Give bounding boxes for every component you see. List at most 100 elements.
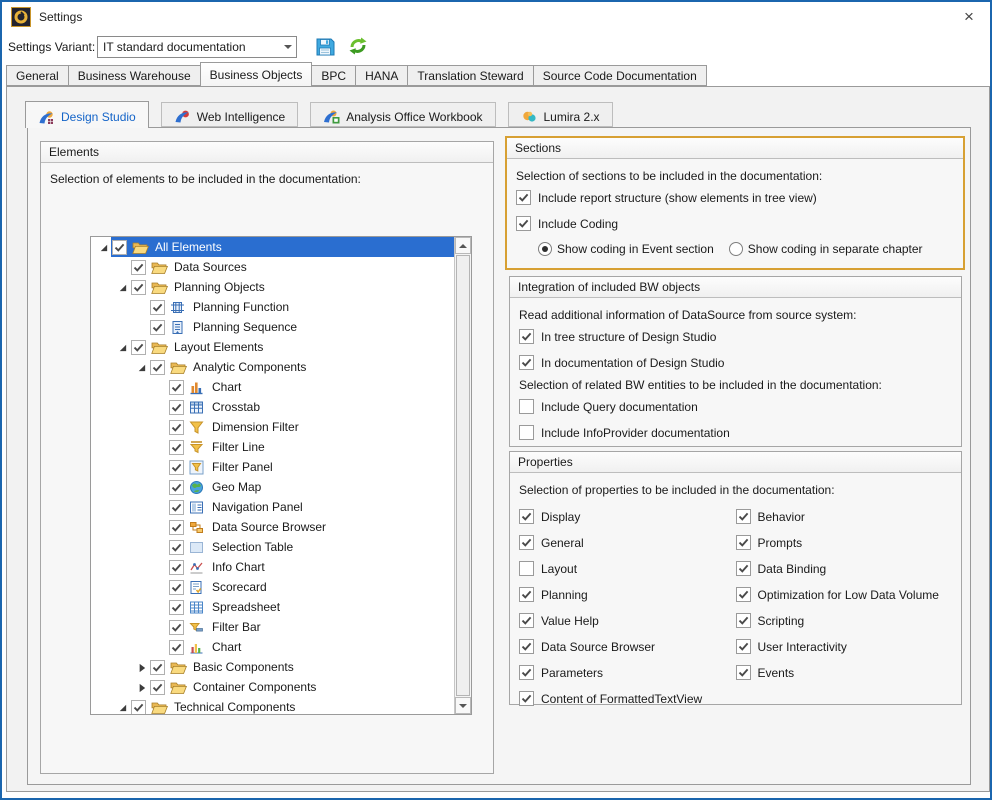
- tree-checkbox[interactable]: [169, 420, 184, 435]
- expand-expanded-icon[interactable]: [114, 699, 130, 715]
- tree-row-chart[interactable]: Chart: [91, 377, 454, 397]
- tree-row-scorecard[interactable]: Scorecard: [91, 577, 454, 597]
- tree-row-planning-sequence[interactable]: Planning Sequence: [91, 317, 454, 337]
- tree-checkbox[interactable]: [169, 480, 184, 495]
- expand-collapsed-icon[interactable]: [133, 679, 149, 695]
- checkbox-optimization-for-low-data-volume[interactable]: [736, 587, 751, 602]
- tree-item-label: Chart: [211, 639, 245, 656]
- tab-general[interactable]: General: [6, 65, 69, 86]
- tree-row-analytic-components[interactable]: Analytic Components: [91, 357, 454, 377]
- checkbox-include-query-documentation[interactable]: [519, 399, 534, 414]
- checkbox-planning[interactable]: [519, 587, 534, 602]
- tree-row-dimension-filter[interactable]: Dimension Filter: [91, 417, 454, 437]
- checkbox-display[interactable]: [519, 509, 534, 524]
- radio-show-coding-in-separate-chapter[interactable]: [729, 242, 743, 256]
- tab-hana[interactable]: HANA: [355, 65, 408, 86]
- tree-checkbox[interactable]: [131, 260, 146, 275]
- tree-checkbox[interactable]: [169, 440, 184, 455]
- settings-variant-dropdown[interactable]: IT standard documentation: [97, 36, 297, 58]
- checkbox-parameters[interactable]: [519, 665, 534, 680]
- subtab-design-studio[interactable]: Design Studio: [25, 101, 149, 128]
- tree-checkbox[interactable]: [112, 240, 127, 255]
- tree-row-spreadsheet[interactable]: Spreadsheet: [91, 597, 454, 617]
- lumira-icon: [521, 109, 538, 124]
- tree-row-layout-elements[interactable]: Layout Elements: [91, 337, 454, 357]
- tree-row-geo-map[interactable]: Geo Map: [91, 477, 454, 497]
- checkbox-layout[interactable]: [519, 561, 534, 576]
- checkbox-events[interactable]: [736, 665, 751, 680]
- expand-expanded-icon[interactable]: [114, 339, 130, 355]
- subtab-lumira-2-x[interactable]: Lumira 2.x: [508, 102, 613, 127]
- tree-checkbox[interactable]: [150, 300, 165, 315]
- tree-checkbox[interactable]: [169, 640, 184, 655]
- tree-checkbox[interactable]: [150, 660, 165, 675]
- tree-checkbox[interactable]: [169, 400, 184, 415]
- tree-checkbox[interactable]: [131, 700, 146, 715]
- properties-left-column: DisplayGeneralLayoutPlanningValue HelpDa…: [519, 504, 736, 717]
- tree-checkbox[interactable]: [169, 380, 184, 395]
- checkbox-behavior[interactable]: [736, 509, 751, 524]
- tree-checkbox[interactable]: [169, 540, 184, 555]
- tree-checkbox[interactable]: [169, 500, 184, 515]
- subtab-analysis-office-workbook[interactable]: Analysis Office Workbook: [310, 102, 495, 127]
- tree-row-container-components[interactable]: Container Components: [91, 677, 454, 697]
- checkbox-user-interactivity[interactable]: [736, 639, 751, 654]
- tree-checkbox[interactable]: [150, 680, 165, 695]
- expand-expanded-icon[interactable]: [114, 279, 130, 295]
- subtab-web-intelligence[interactable]: Web Intelligence: [161, 102, 299, 127]
- tree-scrollbar[interactable]: [454, 237, 471, 714]
- checkbox-scripting[interactable]: [736, 613, 751, 628]
- scroll-up-icon[interactable]: [455, 237, 471, 254]
- save-icon[interactable]: [314, 36, 336, 58]
- refresh-icon[interactable]: [348, 36, 370, 58]
- tree-checkbox[interactable]: [131, 280, 146, 295]
- checkbox-general[interactable]: [519, 535, 534, 550]
- tree-checkbox[interactable]: [169, 580, 184, 595]
- tree-checkbox[interactable]: [169, 560, 184, 575]
- checkbox-data-source-browser[interactable]: [519, 639, 534, 654]
- tree-row-filter-bar[interactable]: Filter Bar: [91, 617, 454, 637]
- radio-show-coding-in-event-section[interactable]: [538, 242, 552, 256]
- expand-expanded-icon[interactable]: [133, 359, 149, 375]
- checkbox-data-binding[interactable]: [736, 561, 751, 576]
- tree-row-selection-table[interactable]: Selection Table: [91, 537, 454, 557]
- tree-checkbox[interactable]: [169, 600, 184, 615]
- expand-expanded-icon[interactable]: [95, 239, 111, 255]
- tree-row-crosstab[interactable]: Crosstab: [91, 397, 454, 417]
- tree-checkbox[interactable]: [169, 460, 184, 475]
- tree-checkbox[interactable]: [131, 340, 146, 355]
- tree-row-filter-line[interactable]: Filter Line: [91, 437, 454, 457]
- checkbox-prompts[interactable]: [736, 535, 751, 550]
- close-icon[interactable]: ×: [956, 6, 982, 28]
- checkbox-include-infoprovider-documentation[interactable]: [519, 425, 534, 440]
- checkbox-in-tree-structure-of-design-studio[interactable]: [519, 329, 534, 344]
- tree-row-planning-objects[interactable]: Planning Objects: [91, 277, 454, 297]
- tab-translation-steward[interactable]: Translation Steward: [407, 65, 533, 86]
- tree-row-all-elements[interactable]: All Elements: [91, 237, 454, 257]
- tree-row-basic-components[interactable]: Basic Components: [91, 657, 454, 677]
- checkbox-include-report-structure-show-elements-in-tree-view[interactable]: [516, 190, 531, 205]
- tab-business-objects[interactable]: Business Objects: [200, 62, 313, 86]
- tree-checkbox[interactable]: [169, 520, 184, 535]
- tree-checkbox[interactable]: [150, 320, 165, 335]
- checkbox-in-documentation-of-design-studio[interactable]: [519, 355, 534, 370]
- tab-source-code-documentation[interactable]: Source Code Documentation: [533, 65, 707, 86]
- tree-row-navigation-panel[interactable]: Navigation Panel: [91, 497, 454, 517]
- tree-checkbox[interactable]: [169, 620, 184, 635]
- checkbox-content-of-formattedtextview[interactable]: [519, 691, 534, 706]
- tree-checkbox[interactable]: [150, 360, 165, 375]
- tree-row-filter-panel[interactable]: Filter Panel: [91, 457, 454, 477]
- expand-collapsed-icon[interactable]: [133, 659, 149, 675]
- scroll-down-icon[interactable]: [455, 697, 471, 714]
- tree-row-data-sources[interactable]: Data Sources: [91, 257, 454, 277]
- tree-row-planning-function[interactable]: Planning Function: [91, 297, 454, 317]
- tab-bpc[interactable]: BPC: [311, 65, 356, 86]
- tab-business-warehouse[interactable]: Business Warehouse: [68, 65, 201, 86]
- tree-row-chart[interactable]: Chart: [91, 637, 454, 657]
- checkbox-value-help[interactable]: [519, 613, 534, 628]
- tree-row-data-source-browser[interactable]: Data Source Browser: [91, 517, 454, 537]
- tree-row-technical-components[interactable]: Technical Components: [91, 697, 454, 715]
- checkbox-include-coding[interactable]: [516, 216, 531, 231]
- tree-row-info-chart[interactable]: Info Chart: [91, 557, 454, 577]
- scrollbar-thumb[interactable]: [456, 255, 470, 696]
